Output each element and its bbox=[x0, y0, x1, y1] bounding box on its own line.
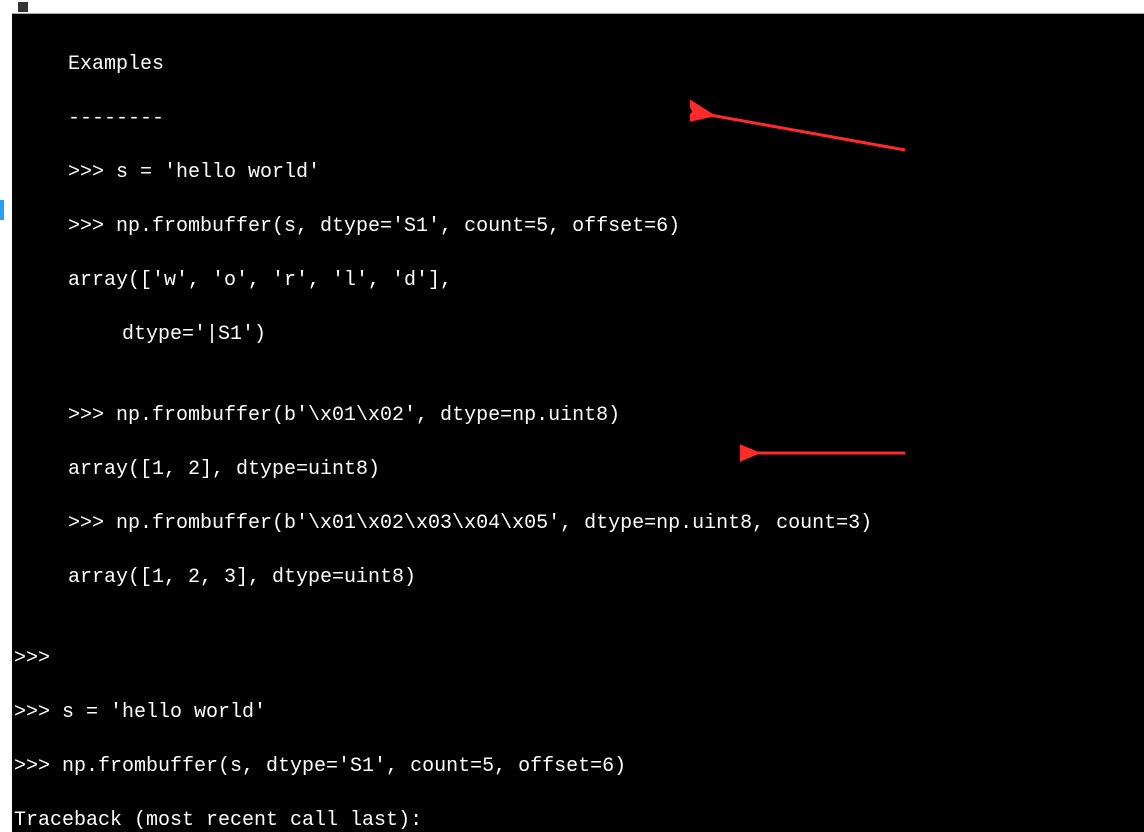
doc-example1-output1: array(['w', 'o', 'r', 'l', 'd'], bbox=[14, 267, 1142, 294]
doc-examples-header: Examples bbox=[14, 51, 1142, 78]
left-strip-accent bbox=[0, 200, 4, 220]
doc-example1-input1: >>> s = 'hello world' bbox=[14, 159, 1142, 186]
doc-example1-input2: >>> np.frombuffer(s, dtype='S1', count=5… bbox=[14, 213, 1142, 240]
editor-left-strip bbox=[0, 0, 12, 832]
doc-example2-output: array([1, 2], dtype=uint8) bbox=[14, 456, 1142, 483]
traceback-header: Traceback (most recent call last): bbox=[14, 807, 1142, 832]
repl-prompt-empty: >>> bbox=[14, 645, 1142, 672]
terminal-output[interactable]: Examples -------- >>> s = 'hello world' … bbox=[12, 14, 1144, 832]
doc-example3-output: array([1, 2, 3], dtype=uint8) bbox=[14, 564, 1142, 591]
repl-input-frombuffer-s: >>> np.frombuffer(s, dtype='S1', count=5… bbox=[14, 753, 1142, 780]
window-titlebar bbox=[12, 0, 1144, 14]
doc-examples-divider: -------- bbox=[14, 105, 1142, 132]
window-icon bbox=[18, 2, 28, 12]
repl-input-assign-s: >>> s = 'hello world' bbox=[14, 699, 1142, 726]
doc-example2-input: >>> np.frombuffer(b'\x01\x02', dtype=np.… bbox=[14, 402, 1142, 429]
doc-example1-output2: dtype='|S1') bbox=[14, 321, 1142, 348]
doc-example3-input: >>> np.frombuffer(b'\x01\x02\x03\x04\x05… bbox=[14, 510, 1142, 537]
